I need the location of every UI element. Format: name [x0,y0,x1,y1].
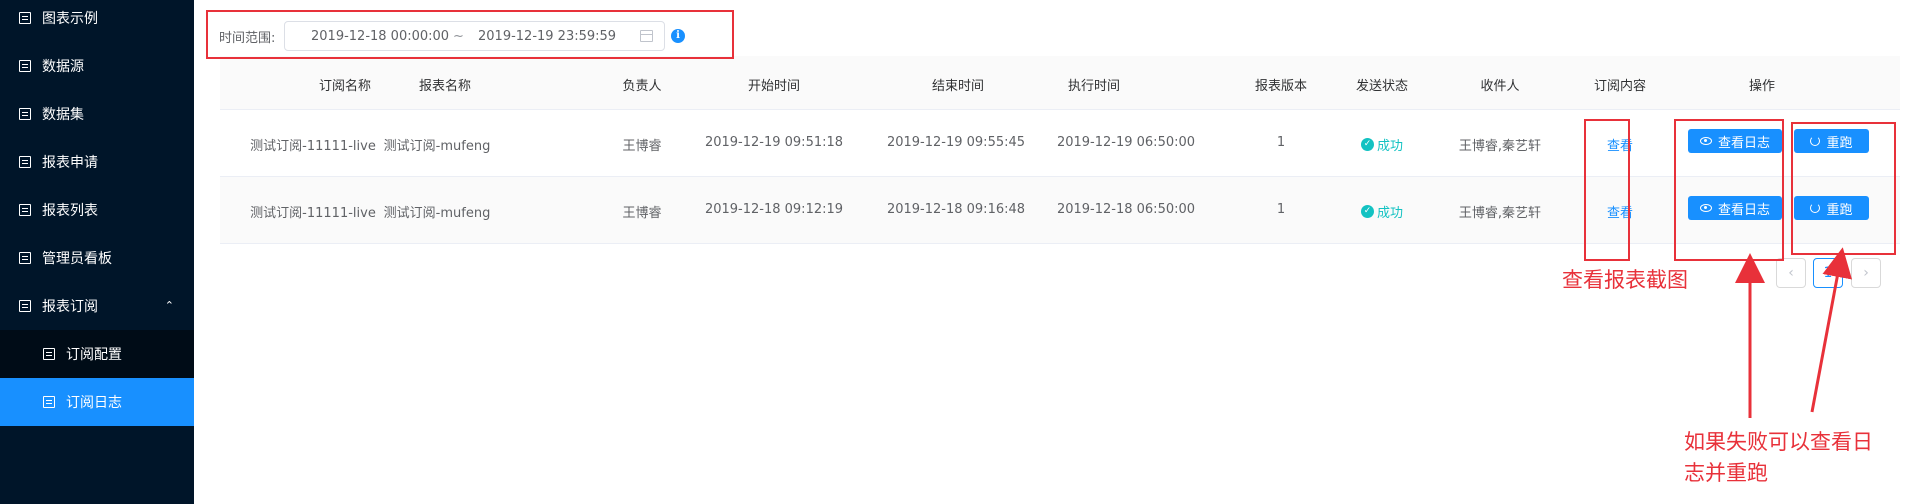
table-row: 测试订阅-11111-live 测试订阅-mufeng 王博睿 2019-12-… [220,177,1900,244]
col-header-version: 报表版本 [1254,79,1308,94]
start-date-input[interactable]: 2019-12-18 00:00:00 [311,29,449,44]
check-circle-icon: ✓ [1360,205,1374,218]
cell-version: 1 [1276,202,1286,217]
sidebar-item-report-request[interactable]: 报表申请 [0,138,194,186]
sidebar-item-label: 报表订阅 [42,299,98,315]
col-header-exec-time: 执行时间 [1067,79,1121,94]
chevron-up-icon: ⌃ [164,299,174,312]
status-badge: ✓ 成功 [1360,135,1404,154]
annotation-view-screenshot: 查看报表截图 [1562,268,1688,292]
col-header-content: 订阅内容 [1593,79,1647,94]
rerun-label: 重跑 [1826,135,1853,151]
pagination-page-current[interactable]: 1 [1813,258,1843,288]
sidebar-item-label: 订阅配置 [66,347,122,363]
col-header-owner: 负责人 [622,79,662,94]
cell-recipients: 王博睿,秦艺轩 [1458,139,1542,154]
rerun-button[interactable]: 重跑 [1794,129,1869,153]
eye-icon [1699,204,1712,212]
status-text: 成功 [1376,206,1404,221]
time-range-label: 时间范围: [219,31,276,46]
reload-icon [1810,203,1821,213]
sidebar-item-label: 管理员看板 [42,251,112,267]
menu-list-icon [19,108,31,120]
pagination-prev-button[interactable]: ‹ [1776,258,1806,288]
sidebar-item-label: 图表示例 [42,11,98,27]
rerun-button[interactable]: 重跑 [1794,196,1869,220]
annotation-fail-note-line1: 如果失败可以查看日 [1684,430,1873,454]
cell-exec-time: 2019-12-19 06:50:00 [1056,135,1196,150]
view-log-button[interactable]: 查看日志 [1688,196,1782,220]
cell-subscription: 测试订阅-11111-live [250,206,376,221]
view-content-link[interactable]: 查看 [1607,135,1633,154]
col-header-actions: 操作 [1748,79,1776,94]
reload-icon [1810,136,1821,146]
sidebar-item-subscription-config[interactable]: 订阅配置 [0,330,194,378]
col-header-status: 发送状态 [1355,79,1409,94]
sidebar: 图表示例 数据源 数据集 报表申请 报表列表 管理员看板 报表订阅 ⌃ 订阅配置… [0,0,194,504]
sidebar-item-label: 报表申请 [42,155,98,171]
view-log-label: 查看日志 [1717,202,1770,218]
pagination-next-button[interactable]: › [1851,258,1881,288]
cell-start-time: 2019-12-18 09:12:19 [704,202,844,217]
col-header-report: 报表名称 [418,79,472,94]
col-header-start-time: 开始时间 [747,79,801,94]
calendar-icon[interactable] [640,30,653,42]
status-badge: ✓ 成功 [1360,202,1404,221]
cell-subscription: 测试订阅-11111-live [250,139,376,154]
sidebar-item-admin-dashboard[interactable]: 管理员看板 [0,234,194,282]
cell-version: 1 [1276,135,1286,150]
cell-report: 测试订阅-mufeng [383,139,491,154]
sidebar-item-subscription-log[interactable]: 订阅日志 [0,378,194,426]
end-date-input[interactable]: 2019-12-19 23:59:59 [478,29,616,44]
menu-list-icon [19,60,31,72]
menu-list-icon [19,204,31,216]
sidebar-item-dataset[interactable]: 数据集 [0,90,194,138]
cell-exec-time: 2019-12-18 06:50:00 [1056,202,1196,217]
date-range-picker[interactable]: 2019-12-18 00:00:00 ~ 2019-12-19 23:59:5… [284,21,665,51]
cell-recipients: 王博睿,秦艺轩 [1458,206,1542,221]
menu-list-icon [43,396,55,408]
menu-list-icon [19,156,31,168]
menu-list-icon [19,252,31,264]
sidebar-item-datasource[interactable]: 数据源 [0,42,194,90]
app-root: 图表示例 数据源 数据集 报表申请 报表列表 管理员看板 报表订阅 ⌃ 订阅配置… [0,0,1905,504]
table-row: 测试订阅-11111-live 测试订阅-mufeng 王博睿 2019-12-… [220,110,1900,177]
sidebar-item-label: 订阅日志 [66,395,122,411]
rerun-label: 重跑 [1826,202,1853,218]
cell-owner: 王博睿 [622,206,662,221]
annotation-fail-note: 如果失败可以查看日 志并重跑 [1684,427,1904,489]
sidebar-item-chart-examples[interactable]: 图表示例 [0,0,194,42]
info-icon[interactable]: i [671,29,685,43]
menu-list-icon [19,300,31,312]
status-text: 成功 [1376,139,1404,154]
sidebar-item-report-subscription[interactable]: 报表订阅 ⌃ [0,282,194,330]
check-circle-icon: ✓ [1360,138,1374,151]
view-log-button[interactable]: 查看日志 [1688,129,1782,153]
view-content-link[interactable]: 查看 [1607,202,1633,221]
eye-icon [1699,137,1712,145]
sidebar-item-label: 数据源 [42,59,84,75]
range-separator: ~ [453,29,464,44]
menu-list-icon [43,348,55,360]
col-header-subscription: 订阅名称 [318,79,372,94]
sidebar-item-report-list[interactable]: 报表列表 [0,186,194,234]
col-header-recipients: 收件人 [1480,79,1520,94]
view-log-label: 查看日志 [1717,135,1770,151]
cell-start-time: 2019-12-19 09:51:18 [704,135,844,150]
col-header-end-time: 结束时间 [931,79,985,94]
sidebar-item-label: 报表列表 [42,203,98,219]
table-header: 订阅名称 报表名称 负责人 开始时间 结束时间 执行时间 报表版本 发送状态 收… [220,56,1900,110]
cell-owner: 王博睿 [622,139,662,154]
cell-report: 测试订阅-mufeng [383,206,491,221]
cell-end-time: 2019-12-18 09:16:48 [886,202,1026,217]
cell-end-time: 2019-12-19 09:55:45 [886,135,1026,150]
menu-list-icon [19,12,31,24]
sidebar-item-label: 数据集 [42,107,84,123]
annotation-fail-note-line2: 志并重跑 [1684,461,1768,485]
